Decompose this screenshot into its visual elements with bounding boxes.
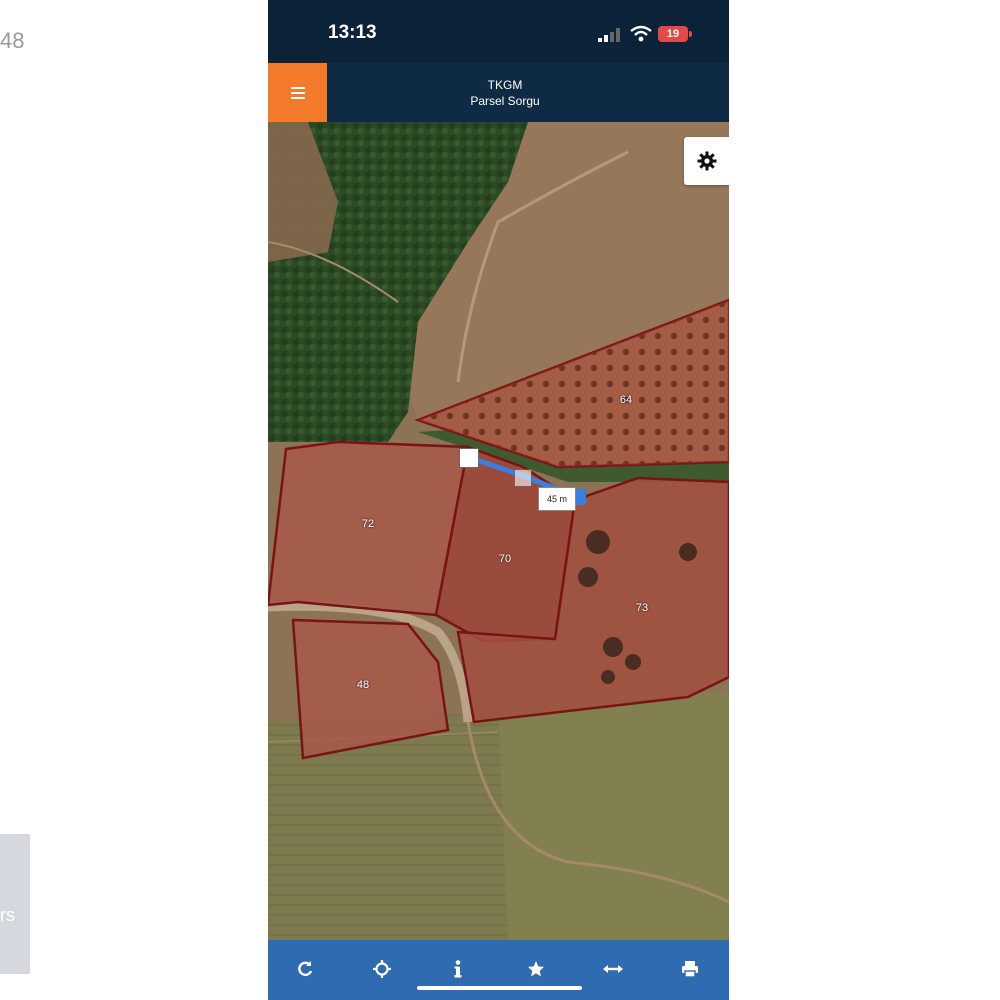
favorites-button[interactable]	[516, 952, 556, 986]
print-icon	[682, 961, 698, 978]
signal-icon	[598, 28, 620, 42]
parcel-label: 64	[619, 394, 633, 406]
locate-button[interactable]	[362, 952, 402, 986]
header-titles: TKGM Parsel Sorgu	[327, 77, 683, 109]
info-button[interactable]	[438, 952, 478, 986]
status-bar: 13:13 19	[268, 0, 729, 63]
hamburger-icon	[290, 86, 305, 99]
home-indicator[interactable]	[417, 986, 582, 990]
settings-button[interactable]	[684, 137, 729, 185]
measure-icon	[603, 965, 623, 973]
map-canvas	[268, 122, 729, 940]
wifi-icon	[630, 25, 652, 42]
measure-start-handle[interactable]	[459, 448, 479, 468]
status-time: 13:13	[328, 22, 377, 43]
parcel-label: 70	[498, 553, 512, 565]
satellite-map[interactable]: 64 72 70 73 48 45 m	[268, 122, 729, 940]
bottom-toolbar	[268, 940, 729, 1000]
background-card	[0, 834, 30, 974]
parcel-label: 72	[361, 518, 375, 530]
background-text: 48	[0, 28, 25, 53]
measurement-label: 45 m	[538, 487, 576, 511]
refresh-icon	[298, 961, 313, 977]
info-icon	[454, 960, 462, 978]
battery-indicator: 19	[658, 26, 688, 42]
app-subtitle: Parsel Sorgu	[470, 94, 540, 108]
app-header: TKGM Parsel Sorgu	[268, 63, 729, 122]
app-title: TKGM	[487, 78, 523, 92]
background-card-text: rs	[0, 905, 15, 925]
battery-tip	[689, 31, 692, 37]
gear-icon	[697, 151, 716, 171]
menu-button[interactable]	[268, 63, 327, 122]
measure-button[interactable]	[593, 952, 633, 986]
parcel-label: 48	[356, 679, 370, 691]
measure-mid-handle[interactable]	[514, 469, 532, 487]
print-button[interactable]	[670, 952, 710, 986]
phone-screen: 13:13 19 TKGM Parsel Sorgu 64 72 70 73 4…	[268, 0, 729, 1000]
parcel-label: 73	[635, 602, 649, 614]
locate-icon	[373, 960, 391, 978]
star-icon	[528, 961, 544, 977]
refresh-button[interactable]	[285, 952, 325, 986]
